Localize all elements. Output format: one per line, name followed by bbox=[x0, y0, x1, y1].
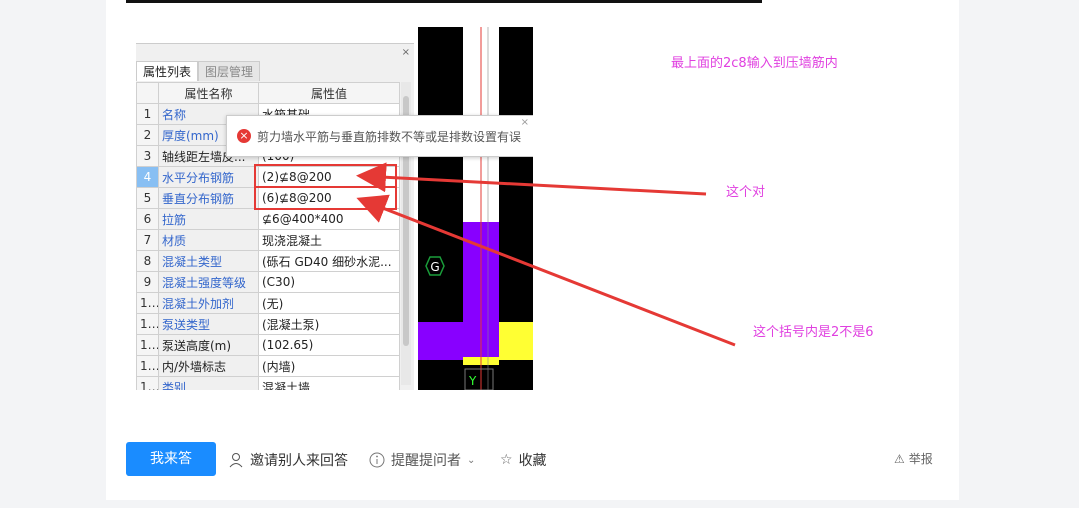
star-icon: ☆ bbox=[500, 452, 513, 468]
annotation-bracket: 这个括号内是2不是6 bbox=[753, 325, 874, 340]
warning-icon: ⚠ bbox=[894, 451, 905, 466]
remind-label: 提醒提问者 bbox=[391, 453, 461, 469]
favorite-button[interactable]: ☆ 收藏 bbox=[500, 450, 547, 470]
annotation-top-note: 最上面的2c8输入到压墙筋内 bbox=[671, 56, 838, 71]
annotation-arrows bbox=[356, 162, 736, 347]
info-icon bbox=[369, 452, 385, 468]
arrow-correct bbox=[356, 162, 707, 196]
invite-button[interactable]: 邀请别人来回答 bbox=[228, 450, 348, 470]
report-button[interactable]: ⚠ 举报 bbox=[894, 450, 933, 467]
annotation-correct: 这个对 bbox=[726, 185, 766, 200]
report-label: 举报 bbox=[908, 452, 933, 466]
chevron-down-icon: ⌄ bbox=[467, 454, 476, 466]
arrow-bracket bbox=[356, 194, 736, 347]
remind-button[interactable]: 提醒提问者 ⌄ bbox=[369, 450, 475, 470]
favorite-label: 收藏 bbox=[518, 453, 547, 469]
user-icon bbox=[229, 453, 243, 468]
answer-button[interactable]: 我来答 bbox=[126, 442, 216, 476]
invite-label: 邀请别人来回答 bbox=[250, 453, 348, 469]
